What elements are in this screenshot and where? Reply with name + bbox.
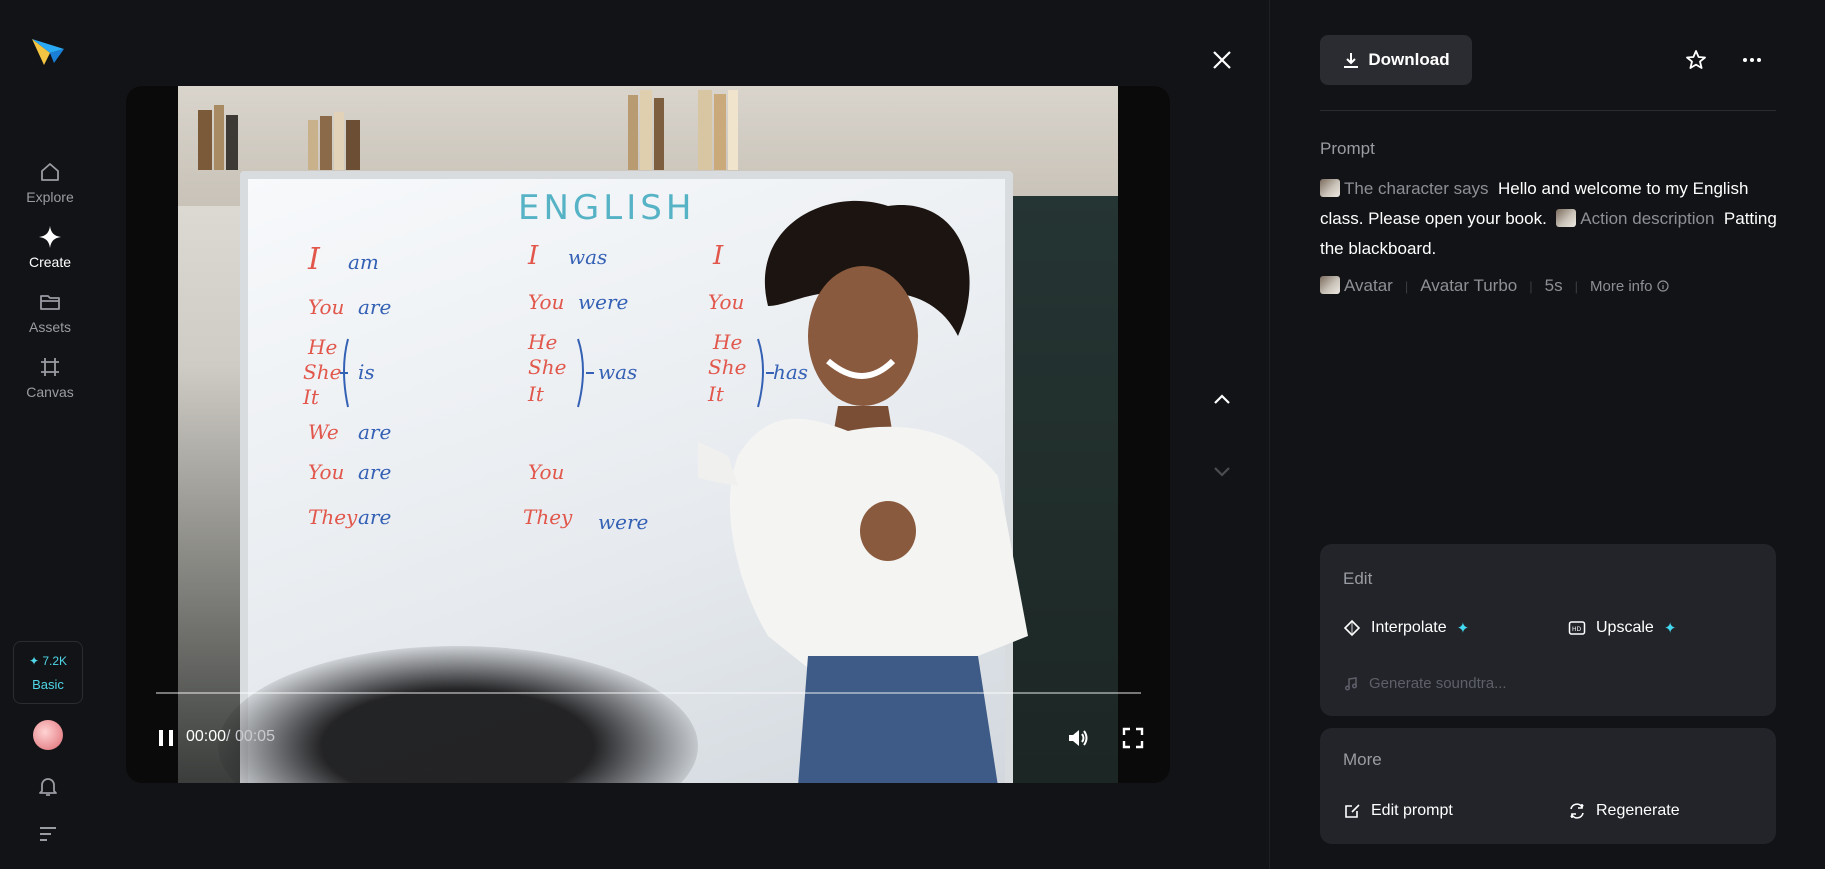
- svg-text:She: She: [528, 355, 566, 379]
- nav-label: Canvas: [26, 384, 74, 400]
- credits-badge[interactable]: ✦ 7.2K Basic: [13, 641, 83, 704]
- meta-duration: 5s: [1544, 276, 1563, 295]
- nav-item-assets[interactable]: Assets: [0, 290, 100, 335]
- edit-prompt-button[interactable]: Edit prompt: [1343, 802, 1453, 820]
- current-time: 00:00: [186, 728, 227, 745]
- svg-text:was: was: [598, 360, 637, 384]
- avatar-thumbnail: [1556, 209, 1577, 227]
- total-time: / 00:05: [226, 728, 275, 745]
- svg-text:You: You: [308, 295, 344, 319]
- divider: [1320, 110, 1776, 111]
- svg-text:They: They: [523, 505, 573, 529]
- svg-text:He: He: [527, 330, 557, 354]
- separator: |: [1574, 278, 1578, 294]
- svg-text:We: We: [308, 420, 339, 444]
- bell-icon[interactable]: [36, 774, 60, 798]
- svg-text:You: You: [528, 460, 564, 484]
- plan-label: Basic: [32, 677, 64, 692]
- svg-text:HD: HD: [1572, 626, 1582, 633]
- nav-label: Explore: [26, 189, 74, 205]
- nav-item-explore[interactable]: Explore: [0, 160, 100, 205]
- avatar-thumbnail: [1320, 276, 1340, 294]
- hd-icon: HD: [1568, 621, 1586, 635]
- svg-text:She: She: [303, 360, 341, 384]
- edit-title: Edit: [1343, 569, 1373, 588]
- upscale-button[interactable]: HD Upscale ✦: [1568, 619, 1676, 637]
- svg-text:ENGLISH: ENGLISH: [518, 188, 695, 228]
- svg-text:was: was: [568, 245, 607, 269]
- svg-text:is: is: [358, 360, 375, 384]
- svg-text:They: They: [308, 505, 358, 529]
- more-title: More: [1343, 750, 1382, 769]
- svg-text:You: You: [308, 460, 344, 484]
- star-icon[interactable]: [1684, 48, 1708, 72]
- svg-text:He: He: [307, 335, 337, 359]
- svg-text:I: I: [307, 242, 321, 277]
- nav-item-canvas[interactable]: Canvas: [0, 355, 100, 400]
- more-icon[interactable]: [1740, 48, 1764, 72]
- separator: |: [1404, 278, 1409, 294]
- time-readout: 00:00/ 00:05: [186, 728, 275, 746]
- divider: [1269, 0, 1270, 869]
- download-label: Download: [1368, 50, 1450, 69]
- svg-text:are: are: [358, 420, 391, 444]
- volume-icon[interactable]: [1066, 726, 1090, 750]
- more-panel: More Edit prompt Regenerate: [1320, 728, 1776, 844]
- nav-item-create[interactable]: Create: [0, 225, 100, 270]
- info-icon: [1657, 279, 1669, 292]
- prompt-title: Prompt: [1320, 139, 1375, 158]
- canvas-icon: [41, 358, 59, 376]
- fullscreen-icon[interactable]: [1121, 726, 1145, 750]
- folder-icon: [40, 295, 60, 310]
- svg-text:It: It: [302, 385, 320, 409]
- music-icon: [1344, 676, 1358, 691]
- download-button[interactable]: Download: [1320, 35, 1472, 85]
- interpolate-button[interactable]: Interpolate ✦: [1343, 619, 1469, 637]
- regenerate-button[interactable]: Regenerate: [1568, 802, 1680, 820]
- home-icon: [41, 163, 59, 181]
- sparkle-icon: [39, 226, 61, 248]
- svg-text:It: It: [527, 382, 545, 406]
- separator: |: [1529, 278, 1533, 294]
- more-info-link[interactable]: More info: [1590, 278, 1669, 295]
- svg-text:You: You: [528, 290, 564, 314]
- edit-icon: [1345, 804, 1360, 818]
- edit-panel: Edit Interpolate ✦ HD Upscale ✦ Generate s…: [1320, 544, 1776, 716]
- credits-amount: ✦ 7.2K: [28, 654, 68, 668]
- books-image: [198, 90, 738, 170]
- interpolate-icon: [1343, 619, 1361, 637]
- nav-label: Create: [28, 254, 72, 270]
- close-icon[interactable]: [1210, 48, 1234, 72]
- avatar[interactable]: [33, 720, 63, 750]
- app-logo[interactable]: [30, 33, 66, 69]
- pause-icon[interactable]: [154, 726, 178, 750]
- svg-text:were: were: [598, 510, 648, 534]
- regenerate-icon: [1570, 803, 1584, 819]
- progress-bar[interactable]: [156, 692, 1141, 694]
- prompt-text: The character says Hello and welcome to …: [1320, 174, 1780, 264]
- meta-model: Avatar Turbo: [1420, 276, 1518, 295]
- svg-text:were: were: [578, 290, 628, 314]
- nav-label: Assets: [28, 319, 71, 335]
- svg-text:I: I: [527, 241, 539, 271]
- chevron-up-icon[interactable]: [1210, 388, 1234, 412]
- generate-soundtrack-button[interactable]: Generate soundtra...: [1343, 675, 1507, 692]
- menu-icon[interactable]: [37, 825, 59, 843]
- chevron-down-icon[interactable]: [1210, 459, 1234, 483]
- left-nav: Explore Create Assets Canvas ✦ 7.2K Basi…: [0, 0, 100, 869]
- video-player[interactable]: ENGLISH Iam You are He She It is We are You a…: [126, 86, 1170, 783]
- svg-text:are: are: [358, 460, 391, 484]
- download-icon: [1344, 53, 1359, 68]
- sparkle-icon: ✦: [1456, 620, 1470, 637]
- character-says-chip: The character says: [1320, 179, 1489, 198]
- svg-text:are: are: [358, 505, 391, 529]
- avatar-thumbnail: [1320, 179, 1340, 197]
- svg-text:am: am: [348, 250, 379, 274]
- meta-type: Avatar: [1320, 276, 1393, 296]
- generation-meta: Avatar | Avatar Turbo | 5s | More info: [1320, 276, 1669, 296]
- svg-text:are: are: [358, 295, 391, 319]
- video-frame: ENGLISH Iam You are He She It is We are You a…: [178, 86, 1118, 783]
- action-description-chip: Action description: [1556, 209, 1714, 228]
- sparkle-icon: ✦: [1663, 620, 1677, 637]
